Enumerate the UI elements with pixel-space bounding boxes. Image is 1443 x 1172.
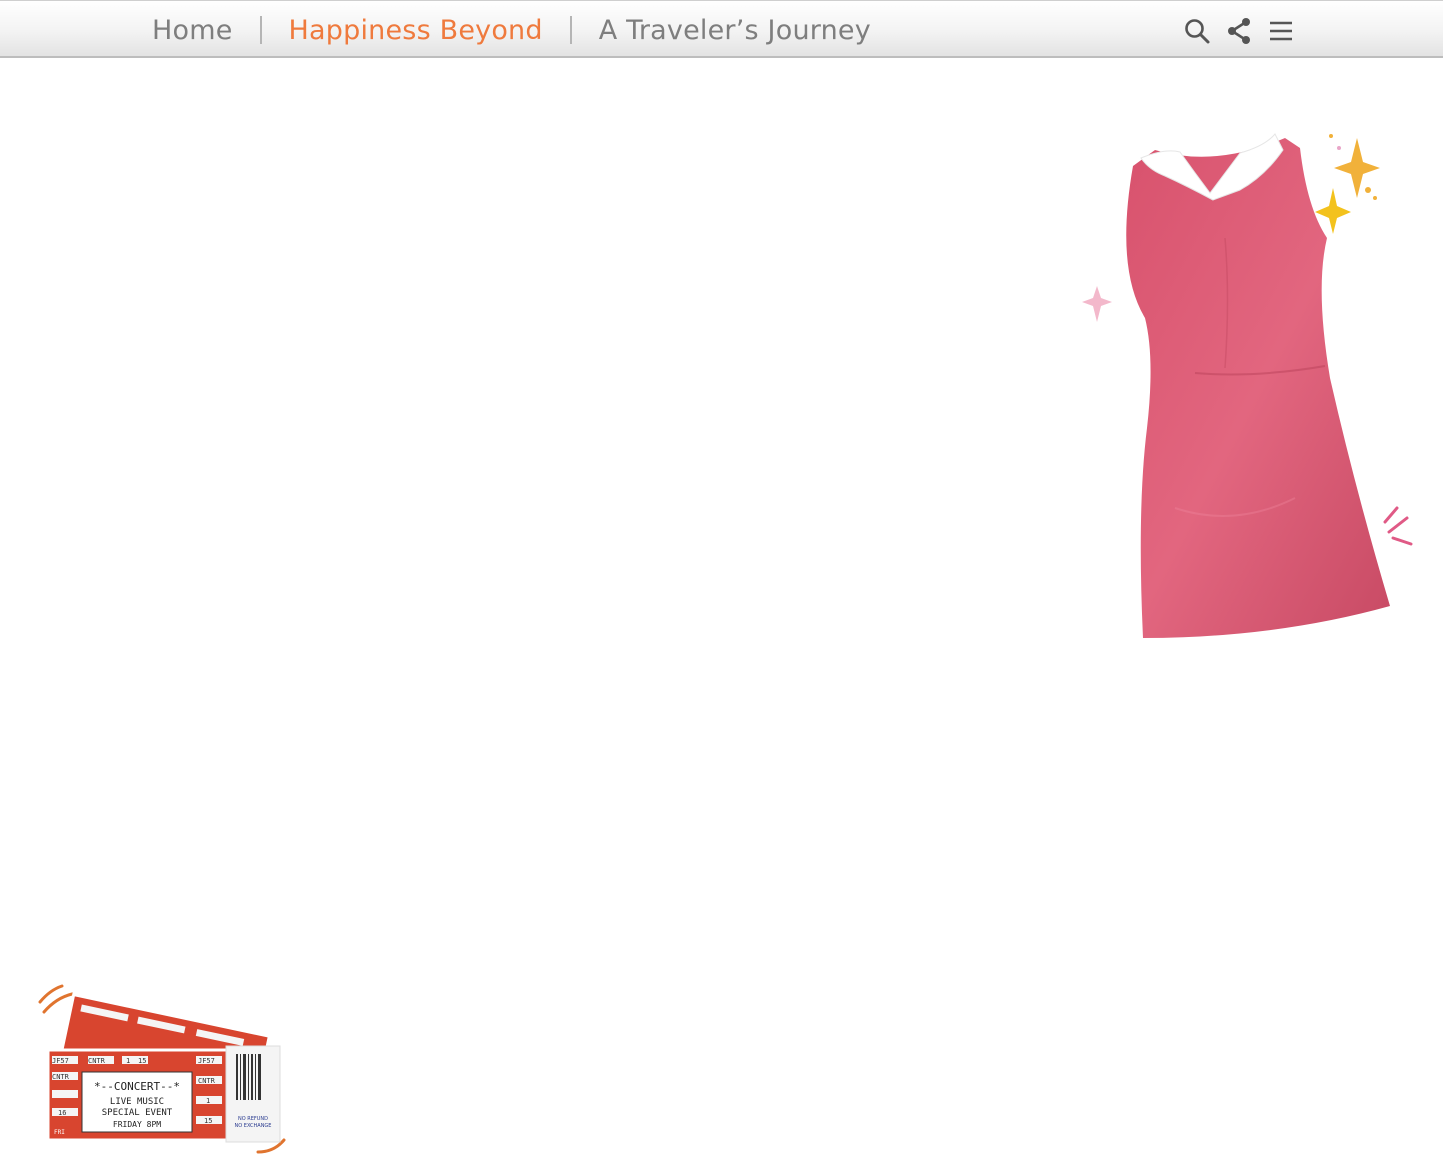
- ticket-exchange: NO EXCHANGE: [235, 1123, 272, 1129]
- nav-divider: [569, 16, 572, 44]
- toolbar-icons: [1182, 16, 1296, 46]
- nav-travelers-journey[interactable]: A Traveler’s Journey: [599, 15, 871, 46]
- top-navigation-bar: Home Happiness Beyond A Traveler’s Journ…: [0, 0, 1443, 58]
- dress-body: [1126, 138, 1390, 638]
- concert-ticket: JF57 CNTR 1 15 JF57 CNTR CNTR 1 15 16 FR…: [46, 1045, 281, 1143]
- breadcrumb-nav: Home Happiness Beyond A Traveler’s Journ…: [152, 1, 871, 59]
- ticket-seat: 15: [138, 1057, 146, 1065]
- ticket-day: FRI: [54, 1129, 65, 1136]
- search-icon[interactable]: [1182, 16, 1212, 46]
- ticket-refund: NO REFUND: [238, 1116, 268, 1122]
- sparkle-icon: [1315, 134, 1380, 234]
- ticket-headline: *--CONCERT--*: [94, 1080, 180, 1093]
- pink-dress-illustration: [1082, 133, 1413, 638]
- ticket-section: CNTR: [88, 1057, 106, 1065]
- ticket-seat: 15: [204, 1117, 212, 1125]
- concert-tickets-illustration: JF57 CNTR 1 15 JF57 CNTR CNTR 1 15 16 FR…: [38, 984, 286, 1154]
- sparkle-icon: [1082, 286, 1112, 322]
- nav-home[interactable]: Home: [152, 15, 233, 46]
- ticket-section: CNTR: [198, 1077, 216, 1085]
- ticket-code: JF57: [198, 1057, 215, 1065]
- ticket-seat: 16: [58, 1109, 66, 1117]
- share-icon[interactable]: [1224, 16, 1254, 46]
- nav-divider: [259, 16, 262, 44]
- ticket-line-2: SPECIAL EVENT: [102, 1108, 173, 1118]
- ticket-row: 1: [206, 1097, 210, 1105]
- motion-lines-icon: [1383, 506, 1413, 546]
- ticket-code: JF57: [52, 1057, 69, 1065]
- ticket-section: CNTR: [52, 1073, 70, 1081]
- ticket-line-1: LIVE MUSIC: [110, 1097, 164, 1107]
- menu-icon[interactable]: [1266, 16, 1296, 46]
- ticket-line-3: FRIDAY 8PM: [113, 1120, 161, 1129]
- ticket-row: 1: [126, 1057, 130, 1065]
- nav-happiness-beyond[interactable]: Happiness Beyond: [289, 15, 543, 46]
